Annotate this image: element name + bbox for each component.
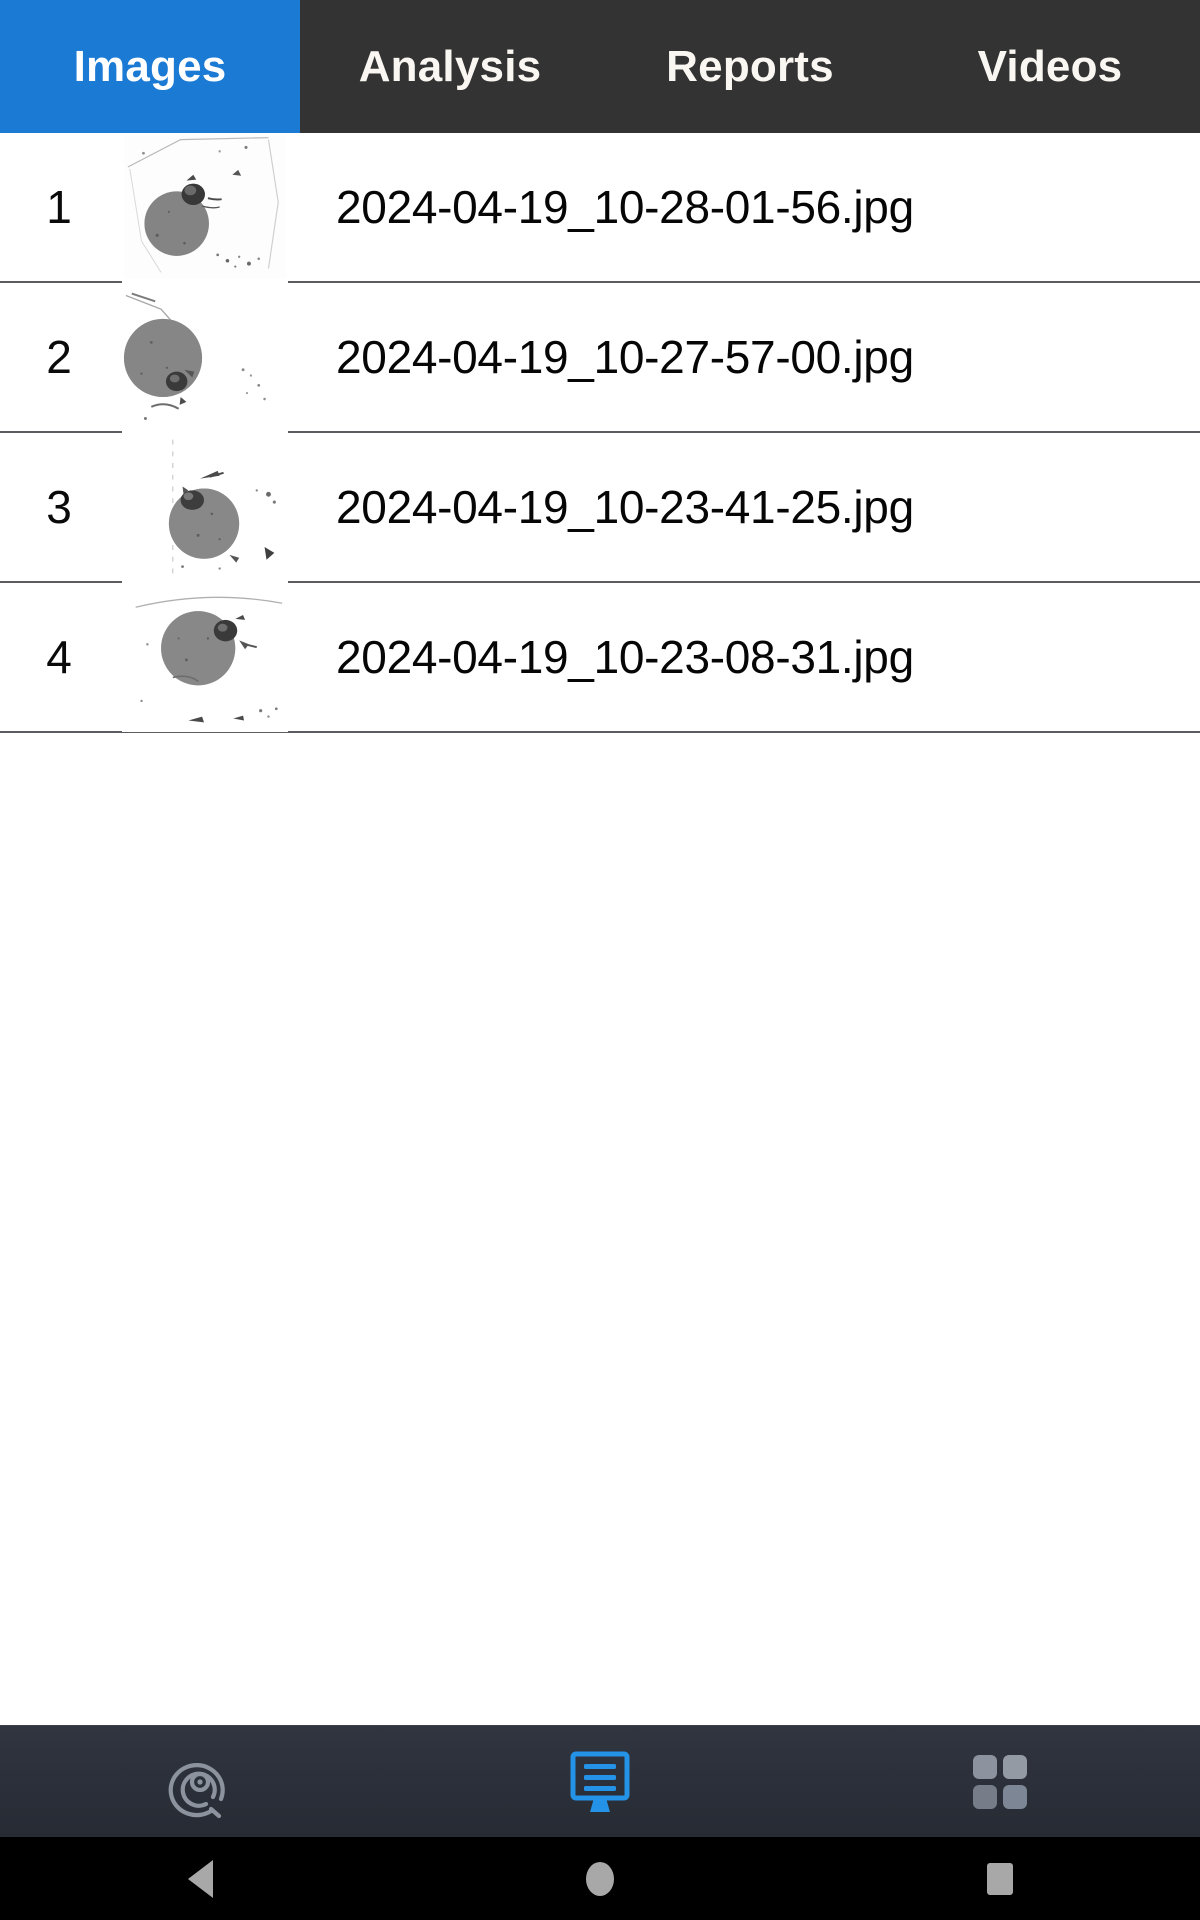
table-row[interactable]: 2 2024-04-19_10-27-57-00.jpg [0,282,1200,433]
tab-reports-label: Reports [666,41,834,91]
row-thumbnail-wrap[interactable] [118,432,288,582]
row-index: 1 [46,181,72,233]
row-index: 3 [46,481,72,533]
nav-home-button[interactable] [400,1837,800,1920]
table-row[interactable]: 4 2024-04-19_10-23-08-31.jpg [0,582,1200,733]
row-index: 4 [46,631,72,683]
image-thumbnail-icon [122,432,288,582]
bottom-nav-item-list[interactable] [400,1726,800,1837]
recents-square-icon [987,1862,1013,1895]
table-row[interactable]: 1 2024-04-19_10-28-01-56.jpg [0,133,1200,283]
tab-bar: Images Analysis Reports Videos [0,0,1200,133]
row-filename: 2024-04-19_10-27-57-00.jpg [336,331,914,383]
tab-analysis[interactable]: Analysis [300,0,600,133]
row-filename: 2024-04-19_10-28-01-56.jpg [336,181,914,233]
nav-back-button[interactable] [0,1837,400,1920]
tab-reports[interactable]: Reports [600,0,900,133]
home-circle-icon [586,1861,614,1896]
spiral-target-icon [168,1762,225,1818]
image-thumbnail-icon [122,133,288,282]
bottom-nav-item-apps[interactable] [800,1726,1200,1837]
table-row[interactable]: 3 2024-04-19_10-23-41-25.jpg [0,432,1200,583]
android-system-nav-bar [0,1837,1200,1920]
tab-images-label: Images [73,41,227,91]
image-list[interactable]: 1 2024-04-19_10-28-01-56.jpg 2 2024-04-1… [0,133,1200,1725]
bottom-nav-item-capture[interactable] [0,1726,400,1837]
nav-recents-button[interactable] [800,1837,1200,1920]
row-thumbnail-wrap[interactable] [118,282,288,432]
tab-analysis-label: Analysis [358,41,542,91]
row-filename: 2024-04-19_10-23-08-31.jpg [336,631,914,683]
tab-images[interactable]: Images [0,0,300,133]
row-index: 2 [46,331,72,383]
back-triangle-icon [187,1859,213,1898]
app-root: Images Analysis Reports Videos 1 2024-04… [0,0,1200,1920]
bottom-navigation-bar [0,1725,1200,1837]
row-thumbnail-wrap[interactable] [118,133,288,282]
tab-videos-label: Videos [977,41,1123,91]
row-filename: 2024-04-19_10-23-41-25.jpg [336,481,914,533]
tab-videos[interactable]: Videos [900,0,1200,133]
image-thumbnail-icon [122,582,288,732]
row-thumbnail-wrap[interactable] [118,582,288,732]
image-thumbnail-icon [122,282,288,432]
grid-apps-icon [973,1754,1027,1809]
monitor-list-icon [570,1751,630,1812]
